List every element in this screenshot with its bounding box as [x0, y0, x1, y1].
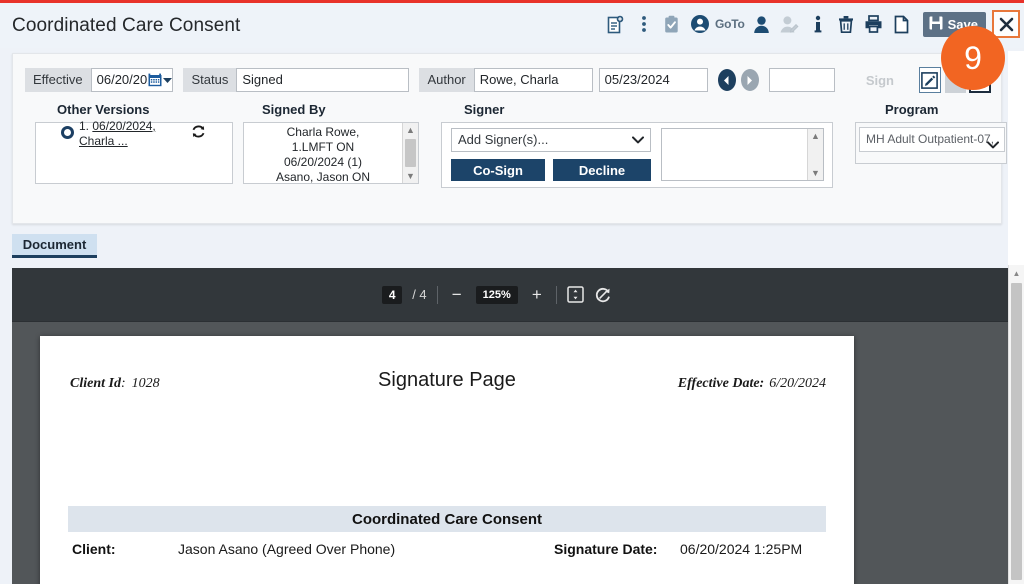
- scroll-up-icon[interactable]: ▲: [808, 129, 823, 143]
- page-title: Coordinated Care Consent: [12, 14, 241, 36]
- version-radio-button[interactable]: [61, 126, 74, 139]
- status-label: Status: [183, 68, 237, 92]
- arrow-right-icon: [747, 75, 753, 85]
- client-label: Client:: [72, 541, 116, 557]
- print-icon[interactable]: [861, 10, 887, 38]
- program-value: MH Adult Outpatient-07,: [866, 132, 995, 146]
- co-sign-button[interactable]: Co-Sign: [451, 159, 545, 181]
- rotate-icon[interactable]: [594, 286, 612, 304]
- extra-blank-input[interactable]: [768, 68, 836, 92]
- header-field-row: Effective 06/20/2024: [25, 67, 991, 93]
- signer-memo-scrollbar[interactable]: ▲ ▼: [807, 129, 823, 180]
- more-vertical-icon[interactable]: [631, 10, 657, 38]
- add-signer-select[interactable]: Add Signer(s)...: [451, 128, 651, 152]
- tab-document[interactable]: Document: [12, 234, 97, 258]
- trash-icon[interactable]: [833, 10, 859, 38]
- chevron-down-icon: [987, 134, 999, 151]
- next-version-button[interactable]: [740, 69, 759, 91]
- clipboard-check-icon[interactable]: [659, 10, 685, 38]
- signed-by-title: Signed By: [262, 102, 326, 117]
- other-versions-title: Other Versions: [57, 102, 150, 117]
- chevron-down-icon: [163, 77, 173, 83]
- step-callout-badge: 9: [941, 26, 1005, 90]
- scroll-up-icon[interactable]: ▲: [403, 123, 418, 137]
- signed-by-scrollbar[interactable]: ▲ ▼: [402, 123, 418, 183]
- scrollbar-thumb[interactable]: [405, 139, 416, 167]
- floppy-disk-icon: [929, 16, 943, 33]
- secondary-date-input[interactable]: 05/23/2024: [598, 68, 708, 92]
- tab-strip: Document: [12, 234, 1002, 260]
- signed-by-line-4: Asano, Jason ON: [275, 170, 371, 183]
- edit-document-button[interactable]: [918, 67, 941, 93]
- pdf-current-page-input[interactable]: 4: [382, 285, 403, 304]
- previous-version-button[interactable]: [717, 69, 736, 91]
- pencil-square-icon: [921, 71, 939, 89]
- pdf-total-pages: / 4: [412, 287, 427, 302]
- signed-by-line-2: 1.LMFT ON: [291, 140, 355, 154]
- zoom-out-button[interactable]: −: [448, 285, 466, 305]
- pdf-viewer: 4 / 4 − 125% + Client Id: 1028 Signature…: [12, 268, 1012, 584]
- refresh-icon[interactable]: [191, 124, 206, 144]
- signed-by-list[interactable]: Charla Rowe, 1.LMFT ON 06/20/2024 (1) As…: [244, 123, 402, 183]
- document-banner-title: Coordinated Care Consent: [68, 506, 826, 532]
- page-scrollbar[interactable]: ▲: [1008, 265, 1024, 584]
- version-index: 1.: [79, 119, 90, 133]
- zoom-level-value[interactable]: 125%: [475, 285, 518, 304]
- chevron-down-icon: [632, 136, 644, 144]
- version-link[interactable]: 1. 06/20/2024, Charla ...: [79, 119, 175, 149]
- application-window: Coordinated Care Consent GoTo Save 9 Eff…: [0, 0, 1024, 584]
- sign-button: Sign: [865, 72, 894, 88]
- decline-button[interactable]: Decline: [553, 159, 651, 181]
- client-value: Jason Asano (Agreed Over Phone): [178, 541, 396, 557]
- calendar-picker-button[interactable]: [148, 68, 174, 92]
- toolbar-divider: [555, 285, 557, 304]
- title-bar: Coordinated Care Consent GoTo Save: [0, 3, 1024, 48]
- effective-label: Effective: [25, 68, 91, 92]
- person-edit-icon: [777, 10, 803, 38]
- person-icon[interactable]: [749, 10, 775, 38]
- author-label: Author: [419, 68, 474, 92]
- status-input[interactable]: Signed: [236, 68, 410, 92]
- panels-region: Other Versions 1. 06/20/2024, Charla ...…: [13, 102, 1007, 223]
- signer-memo-box[interactable]: ▲ ▼: [661, 128, 824, 181]
- pdf-toolbar: 4 / 4 − 125% +: [12, 268, 1012, 322]
- signature-date-value: 06/20/2024 1:25PM: [680, 541, 803, 557]
- goto-label[interactable]: GoTo: [715, 17, 745, 31]
- signed-by-line-3: 06/20/2024 (1): [283, 155, 363, 169]
- callout-number: 9: [964, 39, 982, 76]
- effective-date-label: Effective Date:: [677, 376, 765, 391]
- version-link-text[interactable]: 06/20/2024, Charla ...: [79, 119, 156, 148]
- author-input[interactable]: Rowe, Charla: [473, 68, 593, 92]
- new-document-icon[interactable]: [603, 10, 629, 38]
- close-button[interactable]: [992, 10, 1020, 38]
- program-select[interactable]: MH Adult Outpatient-07,: [859, 127, 1005, 152]
- toolbar-divider: [436, 285, 438, 304]
- calendar-icon: [148, 73, 162, 87]
- effective-date-value: 6/20/2024: [769, 376, 826, 391]
- document-effective-date: Effective Date: 6/20/2024: [678, 376, 826, 392]
- pdf-tools: 4 / 4 − 125% +: [382, 285, 612, 305]
- scroll-up-icon[interactable]: ▲: [1009, 265, 1024, 281]
- document-header-card: Effective 06/20/2024: [12, 53, 1007, 224]
- signer-title: Signer: [464, 102, 505, 117]
- scroll-down-icon[interactable]: ▼: [808, 166, 823, 180]
- zoom-in-button[interactable]: +: [528, 285, 546, 305]
- scroll-down-icon[interactable]: ▼: [403, 169, 418, 183]
- signed-by-line-1: Charla Rowe,: [286, 125, 360, 139]
- blank-page-icon[interactable]: [889, 10, 915, 38]
- effective-date-input[interactable]: 06/20/2024: [90, 68, 149, 92]
- document-client-row: Client: Jason Asano (Agreed Over Phone) …: [68, 541, 826, 561]
- program-title: Program: [885, 102, 939, 117]
- pdf-page: Client Id: 1028 Signature Page Effective …: [40, 336, 854, 584]
- close-icon: [999, 17, 1013, 31]
- signature-date-label: Signature Date:: [554, 541, 658, 557]
- signed-by-box: Charla Rowe, 1.LMFT ON 06/20/2024 (1) As…: [243, 122, 419, 184]
- user-circle-icon[interactable]: [687, 10, 713, 38]
- arrow-left-icon: [724, 75, 729, 85]
- info-icon[interactable]: [805, 10, 831, 38]
- fit-page-icon[interactable]: [567, 286, 584, 303]
- add-signer-value: Add Signer(s)...: [458, 132, 549, 147]
- scrollbar-thumb[interactable]: [1011, 283, 1022, 580]
